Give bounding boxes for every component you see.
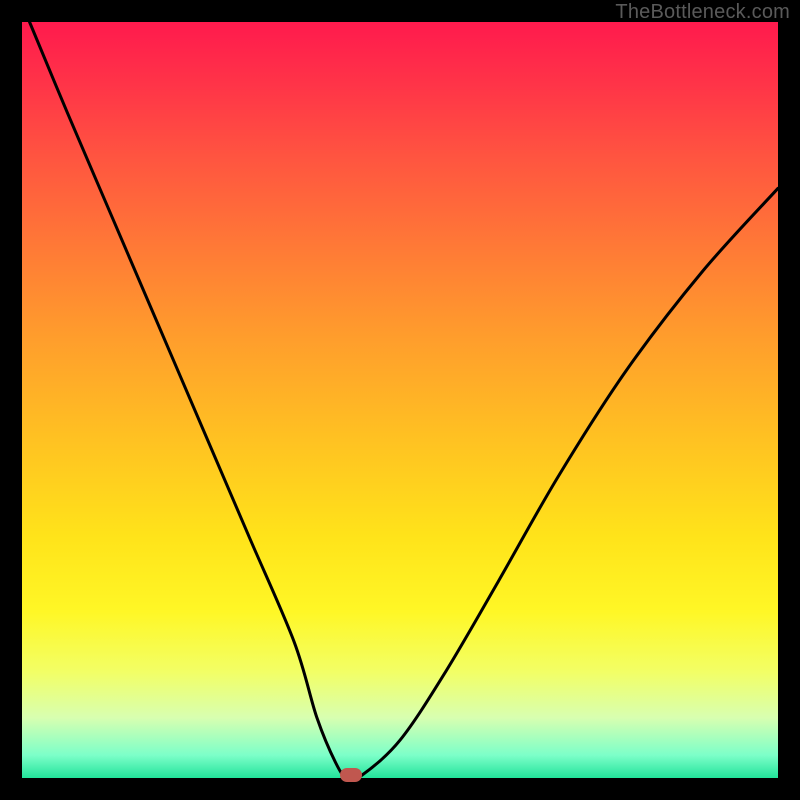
watermark-text: TheBottleneck.com [615, 1, 790, 24]
plot-area [22, 22, 778, 778]
chart-frame: TheBottleneck.com [0, 0, 800, 800]
minimum-marker [340, 768, 362, 782]
bottleneck-curve [30, 22, 778, 780]
curve-svg [22, 22, 778, 778]
